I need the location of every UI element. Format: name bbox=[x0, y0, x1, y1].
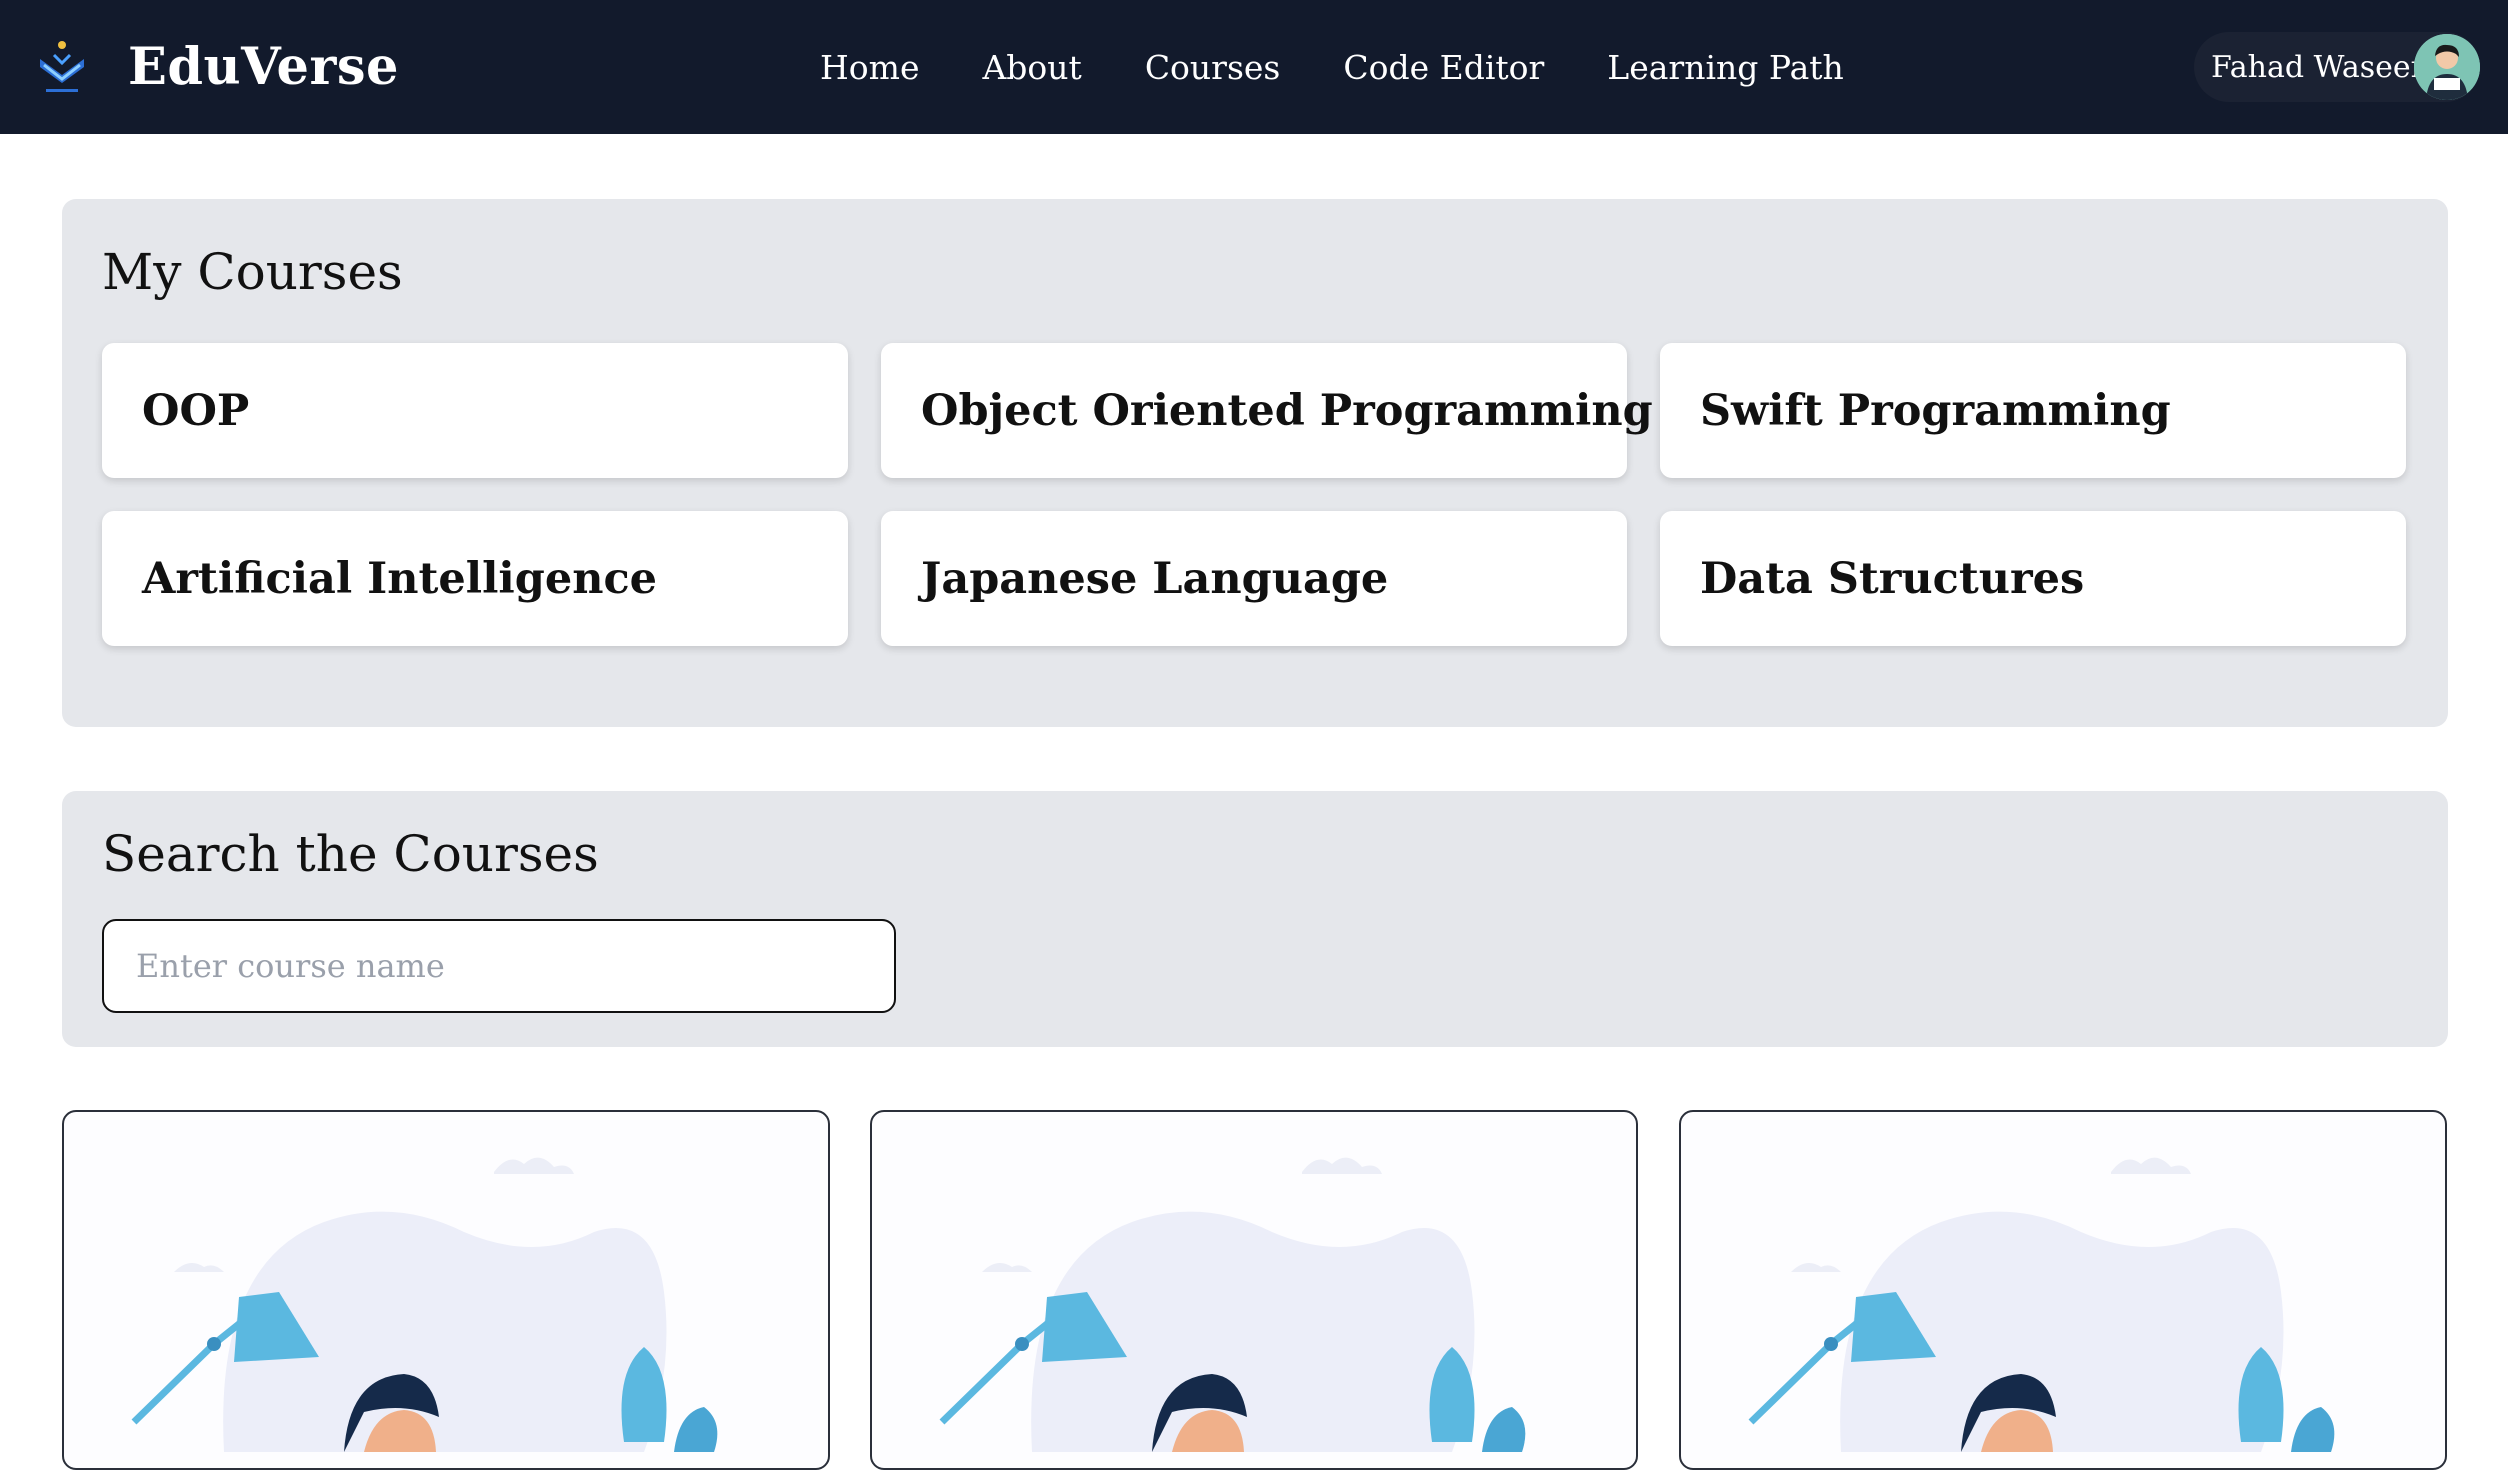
course-card-illustration-3[interactable] bbox=[1679, 1110, 2447, 1470]
course-card-illustration-1[interactable] bbox=[62, 1110, 830, 1470]
course-name: Swift Programming bbox=[1700, 385, 2171, 436]
course-card-swift-programming[interactable]: Swift Programming bbox=[1660, 343, 2406, 478]
nav-link-home[interactable]: Home bbox=[820, 48, 919, 87]
user-name: Fahad Waseem bbox=[2211, 49, 2440, 85]
course-card-data-structures[interactable]: Data Structures bbox=[1660, 511, 2406, 646]
brand[interactable]: EduVerse bbox=[34, 0, 399, 134]
search-panel: Search the Courses bbox=[62, 791, 2448, 1047]
my-courses-title: My Courses bbox=[102, 243, 403, 301]
course-name: OOP bbox=[142, 385, 250, 436]
student-studying-illustration bbox=[1748, 1157, 2335, 1452]
nav-link-code-editor[interactable]: Code Editor bbox=[1343, 48, 1544, 87]
course-card-japanese-language[interactable]: Japanese Language bbox=[881, 511, 1627, 646]
student-studying-illustration bbox=[939, 1157, 1526, 1452]
course-search-input[interactable] bbox=[102, 919, 896, 1013]
nav-links: Home About Courses Code Editor Learning … bbox=[820, 0, 1907, 134]
nav-link-courses[interactable]: Courses bbox=[1145, 48, 1281, 87]
my-courses-panel: My Courses OOP Object Oriented Programmi… bbox=[62, 199, 2448, 727]
top-navbar: EduVerse Home About Courses Code Editor … bbox=[0, 0, 2508, 134]
course-name: Object Oriented Programming bbox=[921, 385, 1653, 436]
nav-link-about[interactable]: About bbox=[982, 48, 1081, 87]
eduverse-logo-icon bbox=[40, 41, 84, 92]
search-title: Search the Courses bbox=[102, 825, 599, 883]
course-name: Artificial Intelligence bbox=[142, 553, 657, 604]
brand-name: EduVerse bbox=[128, 37, 399, 97]
course-name: Data Structures bbox=[1700, 553, 2085, 604]
user-menu[interactable]: Fahad Waseem bbox=[2194, 32, 2480, 102]
course-card-object-oriented-programming[interactable]: Object Oriented Programming bbox=[881, 343, 1653, 478]
course-card-artificial-intelligence[interactable]: Artificial Intelligence bbox=[102, 511, 848, 646]
nav-link-learning-path[interactable]: Learning Path bbox=[1607, 48, 1843, 87]
student-studying-illustration bbox=[131, 1157, 718, 1452]
course-card-illustration-2[interactable] bbox=[870, 1110, 1638, 1470]
course-name: Japanese Language bbox=[921, 553, 1389, 604]
user-avatar-icon bbox=[2414, 34, 2480, 100]
my-courses-grid: OOP Object Oriented Programming Swift Pr… bbox=[102, 343, 2408, 646]
course-card-oop[interactable]: OOP bbox=[102, 343, 848, 478]
